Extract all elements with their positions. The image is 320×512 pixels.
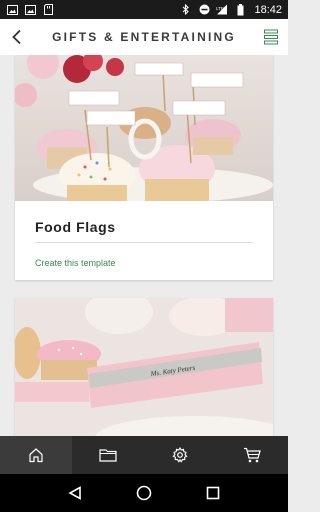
- page-title: GIFTS & ENTERTAINING: [52, 30, 236, 44]
- template-card[interactable]: Ms. Katy Peters: [15, 298, 273, 436]
- svg-text:LTE: LTE: [216, 6, 224, 11]
- back-triangle-icon: [67, 486, 81, 500]
- bottom-nav: [0, 436, 288, 474]
- home-circle-icon: [136, 485, 152, 501]
- nav-cart-button[interactable]: [216, 436, 288, 474]
- back-arrow-icon: [12, 29, 21, 45]
- recents-square-icon: [207, 486, 220, 500]
- place-card-image: Ms. Katy Peters: [15, 298, 273, 436]
- gear-icon: [172, 447, 188, 463]
- nav-home-button[interactable]: [0, 436, 72, 474]
- system-nav-bar: [0, 474, 288, 512]
- card-divider: [35, 242, 253, 243]
- system-back-button[interactable]: [65, 483, 85, 503]
- cupcakes-with-flags-image: [15, 55, 273, 201]
- folder-icon: [99, 449, 117, 462]
- image-icon: [24, 4, 36, 16]
- menu-button[interactable]: [254, 19, 288, 55]
- do-not-disturb-icon: [198, 4, 210, 16]
- bluetooth-icon: [180, 4, 192, 16]
- list-menu-icon: [264, 29, 278, 45]
- template-card[interactable]: Food Flags Create this template: [15, 55, 273, 280]
- template-list: Food Flags Create this template Ms. Katy…: [0, 55, 288, 436]
- status-bar: LTE 18:42: [0, 0, 288, 19]
- create-template-link[interactable]: Create this template: [35, 258, 253, 268]
- nav-settings-button[interactable]: [144, 436, 216, 474]
- sd-card-icon: [42, 4, 54, 16]
- card-title: Food Flags: [35, 219, 116, 235]
- cart-icon: [244, 447, 261, 463]
- screen: LTE 18:42 GIFTS & ENTERTAINING Food Flag…: [0, 0, 288, 512]
- status-time: 18:42: [254, 3, 282, 16]
- system-home-button[interactable]: [134, 483, 154, 503]
- back-button[interactable]: [0, 19, 34, 55]
- nav-folder-button[interactable]: [72, 436, 144, 474]
- app-header: GIFTS & ENTERTAINING: [0, 19, 288, 55]
- system-recents-button[interactable]: [203, 483, 223, 503]
- battery-icon: [234, 3, 246, 16]
- home-icon: [29, 448, 43, 463]
- lte-signal-icon: LTE: [216, 4, 228, 16]
- image-icon: [6, 4, 18, 16]
